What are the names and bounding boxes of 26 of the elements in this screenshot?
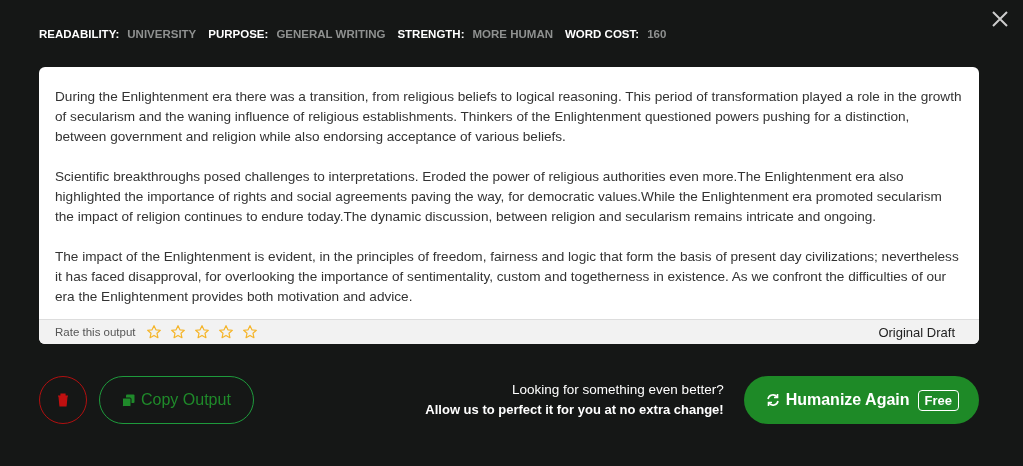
free-badge: Free [917, 389, 959, 411]
trash-icon [57, 393, 69, 407]
setting-value: MORE HUMAN [472, 28, 553, 40]
setting-value: GENERAL WRITING [276, 28, 386, 40]
refresh-icon [765, 393, 780, 407]
setting-label: WORD COST: [565, 28, 640, 40]
output-paragraph: Scientific breakthroughs posed challenges to interpretations. Eroded the power of religious authorities even more.The Enlightenment era also highlighted the importance of rights and social agreements paving the way, for democratic values.While the Enlightenment era promoted secularism the impact of religion continues to endure today.The dynamic discussion, between religion and secularism remains intricate and ongoing. [55, 168, 943, 226]
output-paragraph: The impact of the Enlightenment is evident, in the principles of freedom, fairness and logic that form the basis of present day civilizations; nevertheless it has faced disapproval, for overlooking the importance of sentimentality, custom and togetherness in existence. As we confront the difficulties of our era the Enlightenment provides both motivation and advice. [55, 248, 960, 306]
setting-value: UNIVERSITY [127, 28, 197, 40]
star-icon[interactable] [217, 324, 234, 340]
star-icon[interactable] [193, 324, 210, 340]
rating-label: Rate this output [55, 326, 136, 338]
setting-label: STRENGTH: [397, 28, 465, 40]
promo-text: Allow us to perfect it for you at no extra change! [425, 401, 724, 419]
setting-value: 160 [647, 28, 667, 40]
close-icon[interactable] [991, 10, 1009, 28]
humanize-again-button[interactable]: Humanize Again Free [743, 376, 979, 424]
output-paragraph: During the Enlightenment era there was a transition, from religious beliefs to logical reasoning. This period of transformation played a role in the growth of secularism and the waning influence of religious establishments. Thinkers of the Enlightenment questioned powers pushing for a distinction, between government and religion while also endorsing acceptance of various beliefs. [55, 88, 963, 146]
copy-icon [122, 393, 135, 407]
draft-label: Original Draft [878, 324, 955, 340]
setting-label: READABILITY: [39, 28, 120, 40]
star-icon[interactable] [241, 324, 258, 340]
star-icon[interactable] [145, 324, 162, 340]
setting-label: PURPOSE: [208, 28, 269, 40]
star-icon[interactable] [169, 324, 186, 340]
promo-text: Looking for something even better? [511, 381, 724, 399]
